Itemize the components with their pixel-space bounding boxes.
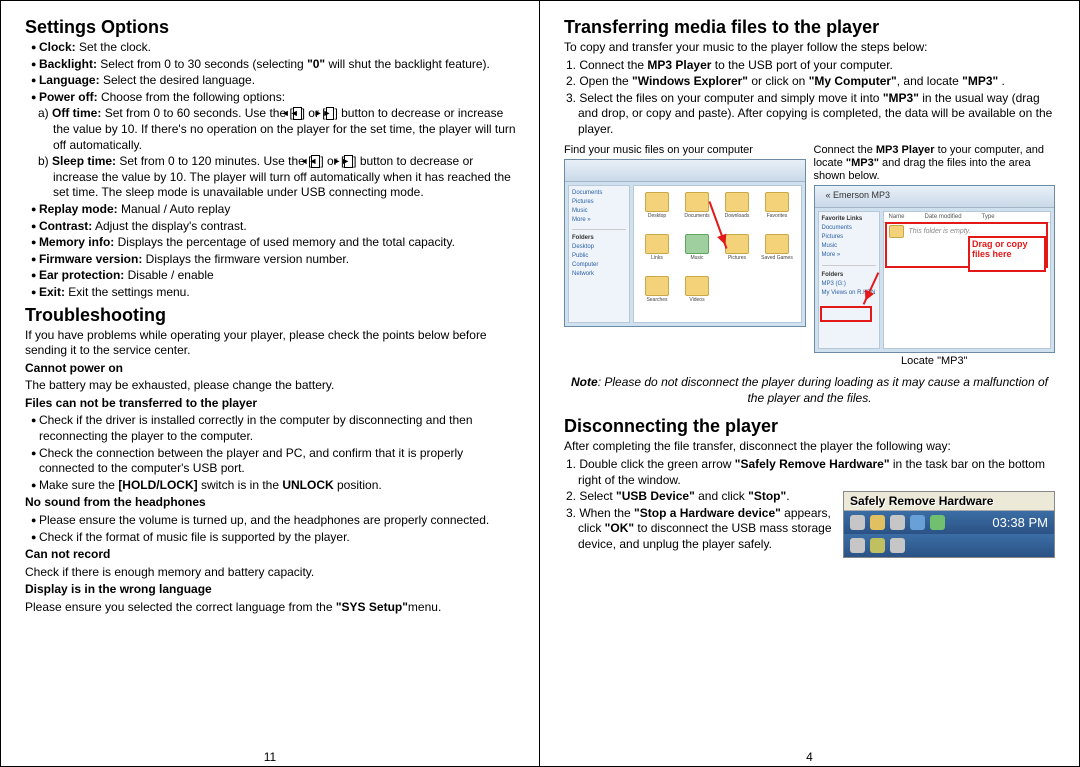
disconnect-intro: After completing the file transfer, disc… [564, 439, 1055, 455]
trouble-sound-b1: Please ensure the volume is turned up, a… [25, 513, 521, 529]
system-tray-figure: Safely Remove Hardware 03:38 PM [843, 491, 1055, 558]
trouble-sound-b2: Check if the format of music file is sup… [25, 530, 521, 546]
tray-icon [890, 515, 905, 530]
transfer-step1: 1. Connect the MP3 Player to the USB por… [564, 58, 1055, 74]
settings-exit: Exit: Exit the settings menu. [25, 285, 521, 301]
locate-caption: Locate "MP3" [814, 355, 1056, 367]
explorer-window-right: « Emerson MP3 Favorite Links Documents P… [814, 185, 1056, 353]
settings-contrast: Contrast: Adjust the display's contrast. [25, 219, 521, 235]
transfer-note: Note: Please do not disconnect the playe… [564, 375, 1055, 406]
settings-poweroff: Power off: Choose from the following opt… [25, 90, 521, 106]
settings-firmware: Firmware version: Displays the firmware … [25, 252, 521, 268]
trouble-transfer-b2: Check the connection between the player … [25, 446, 521, 477]
trouble-language-h: Display is in the wrong language [25, 582, 521, 598]
tray-icon [870, 538, 885, 553]
tray-tooltip: Safely Remove Hardware [844, 492, 1054, 511]
tray-icon [850, 515, 865, 530]
tray-icon [870, 515, 885, 530]
settings-heading: Settings Options [25, 17, 521, 38]
trouble-sound-h: No sound from the headphones [25, 495, 521, 511]
transfer-step3: 3. Select the files on your computer and… [564, 91, 1055, 138]
trouble-record-t: Check if there is enough memory and batt… [25, 565, 521, 581]
rewind-icon: ◄◄ [311, 155, 320, 168]
transfer-step2: 2. Open the "Windows Explorer" or click … [564, 74, 1055, 90]
transfer-intro: To copy and transfer your music to the p… [564, 40, 1055, 56]
explorer-window-left: DocumentsPicturesMusicMore » Folders Des… [564, 159, 806, 327]
settings-replay: Replay mode: Manual / Auto replay [25, 202, 521, 218]
troubleshooting-heading: Troubleshooting [25, 305, 521, 326]
settings-ear: Ear protection: Disable / enable [25, 268, 521, 284]
fig-left-caption: Find your music files on your computer [564, 144, 806, 157]
fig-right-caption: Connect the MP3 Player to your computer,… [814, 144, 1056, 184]
settings-clock: Clock: Set the clock. [25, 40, 521, 56]
page-number-right: 4 [564, 750, 1055, 764]
settings-backlight: Backlight: Select from 0 to 30 seconds (… [25, 57, 521, 73]
trouble-transfer-h: Files can not be transferred to the play… [25, 396, 521, 412]
transfer-heading: Transferring media files to the player [564, 17, 1055, 38]
mp3-highlight-box [820, 306, 872, 322]
disconnect-heading: Disconnecting the player [564, 416, 1055, 437]
settings-offtime: a) Off time: Set from 0 to 60 seconds. U… [25, 106, 521, 153]
trouble-record-h: Can not record [25, 547, 521, 563]
disconnect-step1: 1. Double click the green arrow "Safely … [564, 457, 1055, 488]
page-number-left: 11 [25, 750, 515, 764]
trouble-language-t: Please ensure you selected the correct l… [25, 600, 521, 616]
settings-memory: Memory info: Displays the percentage of … [25, 235, 521, 251]
settings-sleeptime: b) Sleep time: Set from 0 to 120 minutes… [25, 154, 521, 201]
trouble-power-h: Cannot power on [25, 361, 521, 377]
troubleshooting-intro: If you have problems while operating you… [25, 328, 521, 359]
tray-icon [910, 515, 925, 530]
rewind-icon: ◄◄ [293, 107, 302, 120]
tray-icon [930, 515, 945, 530]
forward-icon: ►► [344, 155, 353, 168]
tray-clock: 03:38 PM [992, 515, 1048, 530]
tray-icon [850, 538, 865, 553]
trouble-power-t: The battery may be exhausted, please cha… [25, 378, 521, 394]
settings-language: Language: Select the desired language. [25, 73, 521, 89]
drag-label-box: Drag or copy files here [968, 236, 1046, 272]
trouble-transfer-b3: Make sure the [HOLD/LOCK] switch is in t… [25, 478, 521, 494]
tray-icon [890, 538, 905, 553]
trouble-transfer-b1: Check if the driver is installed correct… [25, 413, 521, 444]
